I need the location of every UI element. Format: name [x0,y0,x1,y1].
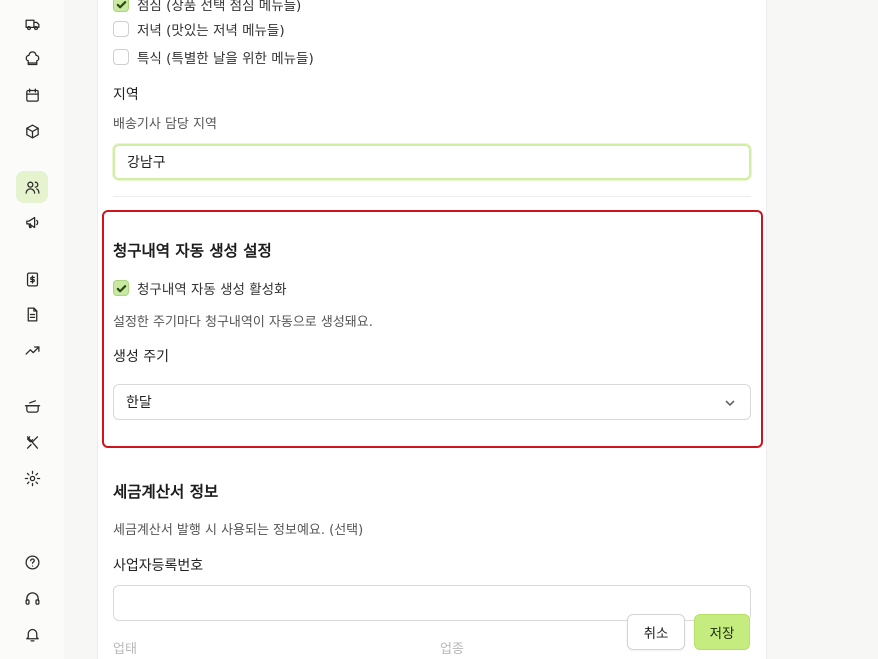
trending-up-icon[interactable] [16,334,48,366]
checkbox-special[interactable] [113,49,129,65]
menu-check-special[interactable]: 특식 (특별한 날을 위한 메뉴들) [113,47,314,67]
save-button[interactable]: 저장 [694,614,750,650]
utensils-crossed-icon[interactable] [16,426,48,458]
business-item-label: 업종 [440,642,464,657]
chef-hat-icon[interactable] [16,43,48,75]
region-value: 강남구 [127,155,166,171]
calendar-icon[interactable] [16,79,48,111]
business-type-label: 업태 [113,642,137,657]
cancel-button[interactable]: 취소 [627,614,685,650]
checkbox-dinner[interactable] [113,21,129,37]
section-divider [113,196,751,197]
check-icon [116,0,126,8]
menu-check-lunch[interactable]: 점심 (상품 선택 점심 메뉴들) [113,0,301,14]
settings-icon[interactable] [16,462,48,494]
tax-heading: 세금계산서 정보 [113,483,219,501]
package-icon[interactable] [16,115,48,147]
business-number-label: 사업자등록번호 [113,558,204,574]
truck-icon[interactable] [16,8,48,40]
menu-check-label: 점심 (상품 선택 점심 메뉴들) [137,0,302,14]
document-icon[interactable] [16,298,48,330]
help-circle-icon[interactable] [16,546,48,578]
megaphone-icon[interactable] [16,206,48,238]
region-label: 지역 [113,87,139,103]
highlight-box [102,210,763,448]
menu-check-label: 저녁 (맛있는 저녁 메뉴들) [137,23,285,39]
tax-help: 세금계산서 발행 시 사용되는 정보예요. (선택) [113,523,364,538]
region-input[interactable]: 강남구 [113,144,751,180]
headphones-icon[interactable] [16,582,48,614]
menu-check-dinner[interactable]: 저녁 (맛있는 저녁 메뉴들) [113,19,285,39]
checkbox-lunch[interactable] [113,0,129,12]
menu-check-label: 특식 (특별한 날을 위한 메뉴들) [137,51,314,67]
users-icon[interactable] [16,171,48,203]
sidebar [0,0,64,659]
invoice-icon[interactable] [16,263,48,295]
region-help: 배송기사 담당 지역 [113,117,217,132]
bell-icon[interactable] [16,618,48,650]
cooking-pot-icon[interactable] [16,390,48,422]
